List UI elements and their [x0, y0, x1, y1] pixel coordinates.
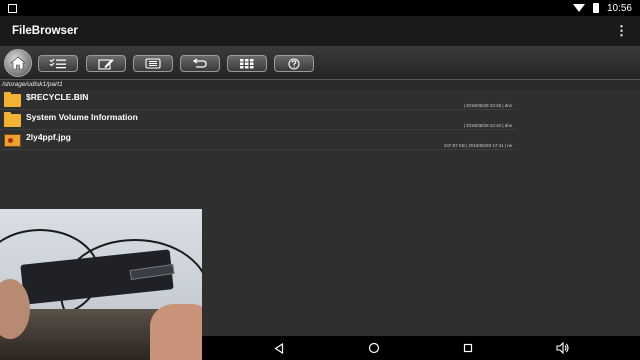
wifi-icon	[572, 4, 585, 12]
path-bar: /storage/udisk1/part1	[0, 80, 640, 90]
home-circle-icon	[368, 342, 379, 354]
help-button[interactable]	[274, 55, 314, 72]
file-meta: | 2016/06/28 22:34 | drw	[463, 123, 512, 128]
back-button[interactable]	[180, 55, 220, 72]
camera-overlay	[0, 209, 202, 360]
file-name: 2ly4ppf.jpg	[26, 132, 71, 142]
toolbar	[0, 46, 640, 80]
status-right: 10:56	[572, 2, 632, 14]
status-time: 10:56	[606, 2, 632, 14]
list-view-icon	[145, 58, 161, 69]
file-meta: | 2016/06/28 22:45 | drw	[463, 103, 512, 108]
kebab-menu-icon[interactable]: ⋮	[615, 23, 628, 39]
nav-home-button[interactable]	[367, 341, 381, 355]
file-row[interactable]: $RECYCLE.BIN | 2016/06/28 22:45 | drw	[0, 90, 516, 110]
folder-icon	[4, 112, 21, 127]
edit-icon	[98, 58, 114, 70]
recents-square-icon	[464, 343, 473, 353]
volume-icon	[556, 342, 569, 354]
nav-recents-button[interactable]	[461, 341, 475, 355]
image-file-icon	[4, 134, 21, 147]
nav-volume-button[interactable]	[556, 341, 570, 355]
navigation-bar	[202, 336, 640, 360]
home-icon	[10, 56, 26, 70]
edit-button[interactable]	[86, 55, 126, 72]
app-bar: FileBrowser ⋮	[0, 16, 640, 46]
grid-view-button[interactable]	[227, 55, 267, 72]
grid-view-icon	[240, 59, 254, 69]
folder-icon	[4, 92, 21, 107]
battery-icon	[592, 3, 599, 13]
back-triangle-icon	[274, 342, 284, 354]
file-name: $RECYCLE.BIN	[26, 92, 89, 102]
help-icon	[288, 57, 300, 70]
file-meta: 347.67 KB | 2016/06/30 17:41 | rw	[443, 143, 512, 148]
file-row[interactable]: System Volume Information | 2016/06/28 2…	[0, 110, 516, 130]
file-row[interactable]: 2ly4ppf.jpg 347.67 KB | 2016/06/30 17:41…	[0, 130, 516, 150]
nav-back-button[interactable]	[272, 341, 286, 355]
app-title: FileBrowser	[12, 25, 78, 37]
status-left	[8, 3, 17, 13]
file-name: System Volume Information	[26, 112, 138, 122]
back-icon	[192, 58, 207, 68]
status-bar: 10:56	[0, 0, 640, 16]
multi-select-icon	[49, 58, 66, 69]
square-icon	[8, 3, 17, 13]
multi-select-button[interactable]	[38, 55, 78, 72]
home-button[interactable]	[4, 49, 32, 77]
hand-shape	[150, 304, 202, 360]
list-view-button[interactable]	[133, 55, 173, 72]
